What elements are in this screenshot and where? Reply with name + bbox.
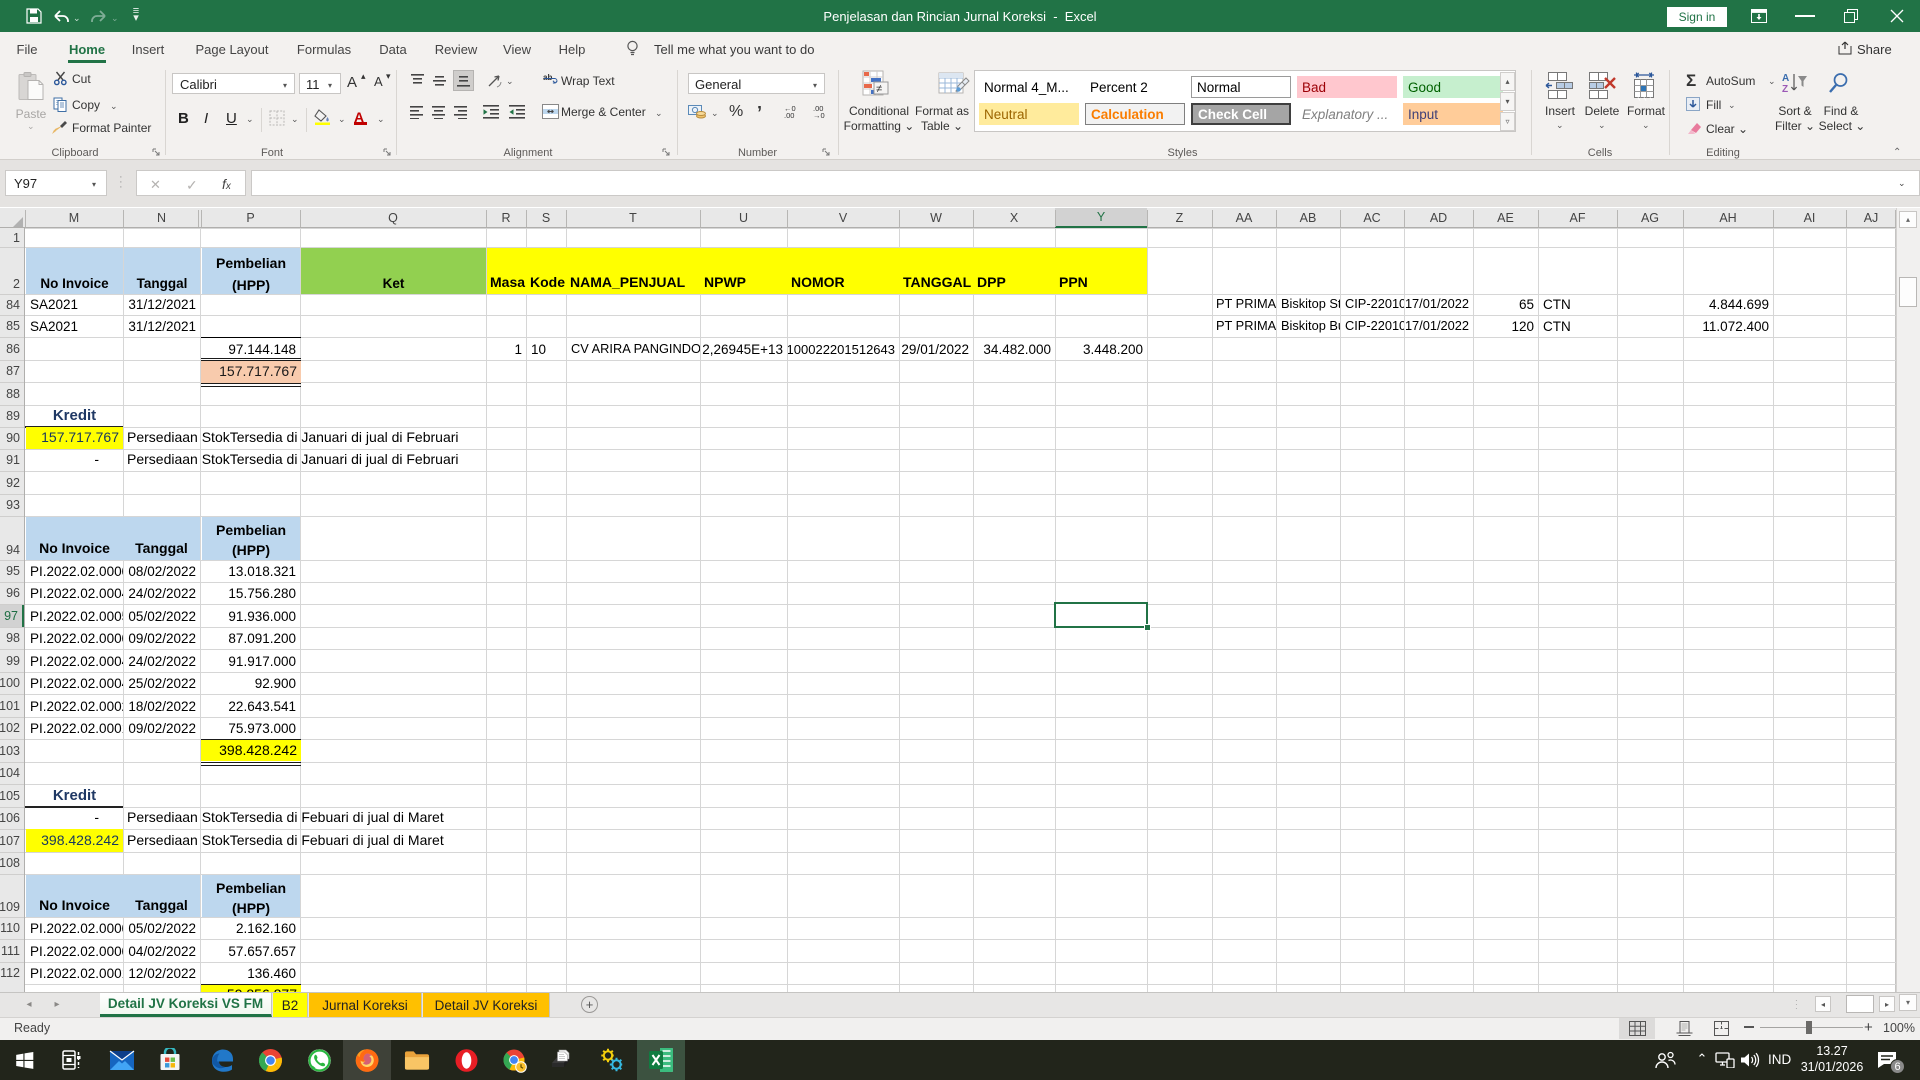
svg-text:A: A bbox=[1782, 73, 1789, 84]
svg-text:ab: ab bbox=[543, 73, 552, 82]
svg-text:≠: ≠ bbox=[876, 83, 882, 95]
svg-text:Z: Z bbox=[1782, 84, 1788, 94]
svg-text:.00: .00 bbox=[784, 111, 794, 118]
svg-text:→0: →0 bbox=[813, 111, 825, 118]
